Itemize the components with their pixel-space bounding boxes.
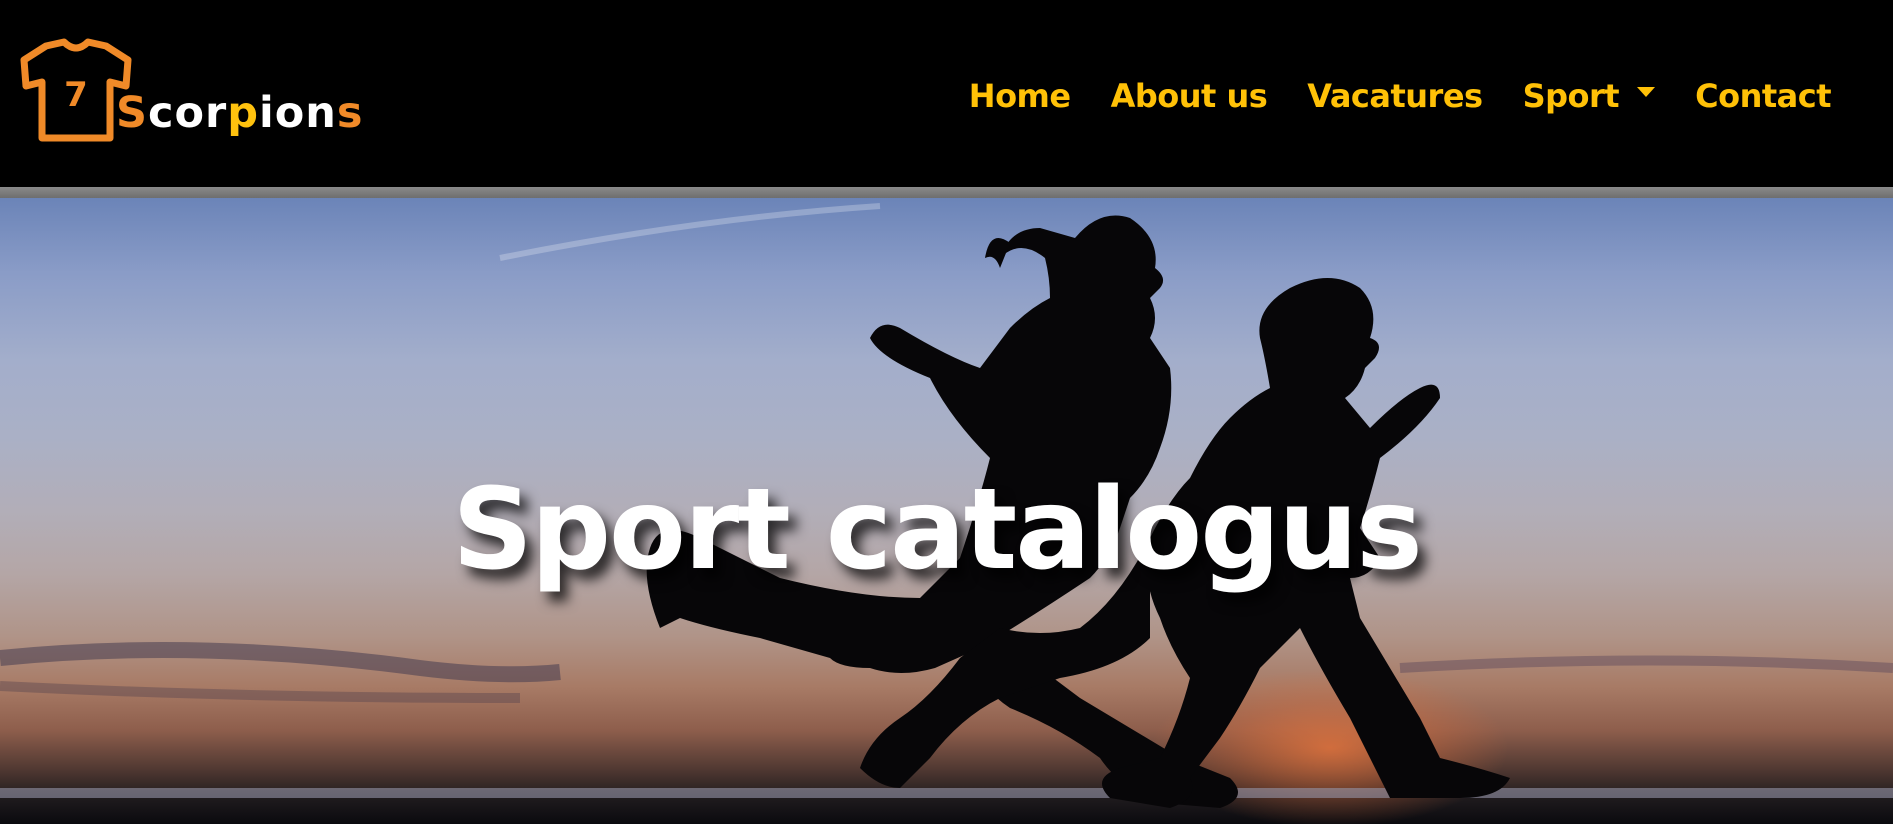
brand-letters: cor	[147, 88, 228, 138]
nav-sport-label: Sport	[1522, 77, 1620, 115]
main-nav: Home About us Vacatures Sport Contact	[969, 72, 1832, 120]
nav-contact[interactable]: Contact	[1695, 72, 1831, 120]
navbar: 7 Scorpions Home About us Vacatures Spor…	[0, 0, 1893, 187]
brand-wordmark: Scorpions	[116, 92, 364, 135]
brand-letter: p	[227, 88, 260, 138]
page-bottom-edge	[0, 824, 1893, 833]
brand-letter: S	[116, 88, 148, 138]
hero-title: Sport catalogus	[452, 465, 1423, 596]
nav-home[interactable]: Home	[969, 72, 1071, 120]
nav-vacatures[interactable]: Vacatures	[1307, 72, 1483, 120]
navbar-shadow	[0, 187, 1893, 198]
hero-banner: Sport catalogus	[0, 198, 1893, 824]
nav-sport-dropdown[interactable]: Sport	[1523, 72, 1656, 120]
logo-mark-number: 7	[64, 75, 88, 115]
brand-logo-link[interactable]: 7 Scorpions	[18, 38, 363, 148]
brand-letter: s	[336, 88, 364, 138]
brand-letters: ion	[259, 88, 337, 138]
nav-about-us[interactable]: About us	[1111, 72, 1268, 120]
caret-down-icon	[1637, 87, 1656, 97]
